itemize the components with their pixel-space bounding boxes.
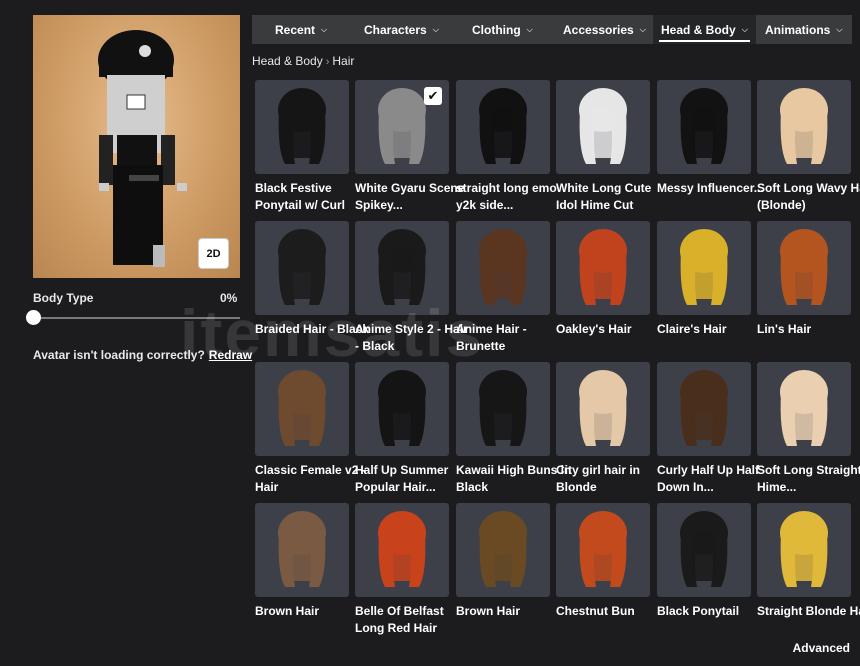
- hair-item-label: Soft Long Wavy Hair (Blonde): [757, 181, 860, 212]
- hair-item-card[interactable]: Soft Long Straight Hime...: [757, 362, 860, 496]
- body-type-slider-thumb[interactable]: [26, 310, 41, 325]
- redraw-link[interactable]: Redraw: [209, 348, 252, 362]
- hair-item-card[interactable]: Kawaii High Buns in Black: [456, 362, 571, 496]
- hair-item-label: Lin's Hair: [757, 322, 812, 336]
- body-type-label: Body Type: [33, 291, 94, 305]
- hair-item-label: Straight Blonde Hair: [757, 604, 860, 618]
- hair-item-card[interactable]: City girl hair in Blonde: [556, 362, 650, 496]
- hair-item-card[interactable]: Anime Hair - Brunette: [456, 221, 550, 355]
- active-tab-indicator: [659, 40, 750, 42]
- tab-head-body[interactable]: Head & Body ⌵: [653, 15, 756, 44]
- hair-item-card[interactable]: Chestnut Bun: [556, 503, 650, 637]
- chevron-right-icon: ›: [325, 56, 330, 68]
- tab-clothing[interactable]: Clothing ⌵: [472, 15, 533, 44]
- hair-thumbnail[interactable]: [657, 221, 751, 315]
- hair-thumbnail[interactable]: [657, 80, 751, 174]
- tab-animations[interactable]: Animations ⌵: [765, 15, 842, 44]
- hair-thumbnail[interactable]: [556, 80, 650, 174]
- hair-item-card[interactable]: Brown Hair: [456, 503, 550, 637]
- tab-label: Recent: [275, 22, 316, 37]
- hair-item-card[interactable]: Lin's Hair: [757, 221, 851, 355]
- hair-thumbnail[interactable]: [556, 362, 650, 456]
- category-tabbar: Recent ⌵ Characters ⌵ Clothing ⌵ Accessorie…: [252, 15, 852, 44]
- hair-item-card[interactable]: straight long emo y2k side...: [456, 80, 557, 214]
- loading-hint-text: Avatar isn't loading correctly?: [33, 348, 205, 362]
- hair-item-card[interactable]: Soft Long Wavy Hair (Blonde): [757, 80, 860, 214]
- tab-label: Characters: [364, 22, 427, 37]
- hair-thumbnail[interactable]: [255, 80, 349, 174]
- body-type-slider-track[interactable]: [33, 317, 240, 319]
- chevron-down-icon: ⌵: [526, 24, 533, 34]
- hair-item-card[interactable]: Straight Blonde Hair: [757, 503, 860, 637]
- tab-label: Animations: [765, 22, 831, 37]
- tab-accessories[interactable]: Accessories ⌵: [563, 15, 646, 44]
- hair-item-card[interactable]: Oakley's Hair: [556, 221, 650, 355]
- hair-item-card[interactable]: White Long Cute Idol Hime Cut: [556, 80, 651, 214]
- breadcrumb-parent[interactable]: Head & Body: [252, 54, 323, 68]
- hair-thumbnail[interactable]: [657, 503, 751, 597]
- hair-thumbnail[interactable]: [456, 362, 550, 456]
- hair-item-card[interactable]: Brown Hair: [255, 503, 349, 637]
- hair-thumbnail[interactable]: ✔: [355, 80, 449, 174]
- body-type-value: 0%: [220, 291, 238, 305]
- hair-item-card[interactable]: Claire's Hair: [657, 221, 751, 355]
- hair-thumbnail[interactable]: [456, 80, 550, 174]
- hair-item-card[interactable]: Messy Influencer...: [657, 80, 764, 214]
- hair-thumbnail[interactable]: [355, 362, 449, 456]
- hair-item-card[interactable]: Classic Female v2 - Hair: [255, 362, 366, 496]
- breadcrumb: Head & Body › Hair: [252, 54, 354, 68]
- hair-item-card[interactable]: Belle Of Belfast Long Red Hair: [355, 503, 449, 637]
- advanced-button[interactable]: Advanced: [793, 641, 850, 655]
- tab-recent[interactable]: Recent ⌵: [275, 15, 327, 44]
- hair-item-card[interactable]: Anime Style 2 - Hair - Black: [355, 221, 468, 355]
- hair-item-card[interactable]: Black Festive Ponytail w/ Curl: [255, 80, 349, 214]
- tab-characters[interactable]: Characters ⌵: [364, 15, 439, 44]
- hair-item-card[interactable]: Braided Hair - Black: [255, 221, 369, 355]
- hair-thumbnail[interactable]: [556, 503, 650, 597]
- hair-item-label: Soft Long Straight Hime...: [757, 463, 860, 494]
- chevron-down-icon: ⌵: [836, 24, 843, 34]
- hair-thumbnail[interactable]: [255, 362, 349, 456]
- hair-thumbnail[interactable]: [757, 80, 851, 174]
- 2d-toggle-button[interactable]: 2D: [199, 239, 228, 268]
- chevron-down-icon: ⌵: [639, 24, 646, 34]
- checkmark-icon[interactable]: ✔: [424, 87, 442, 105]
- chevron-down-icon: ⌵: [321, 24, 328, 34]
- chevron-down-icon: ⌵: [741, 24, 748, 34]
- hair-thumbnail[interactable]: [657, 362, 751, 456]
- chevron-down-icon: ⌵: [432, 24, 439, 34]
- tab-label: Accessories: [563, 22, 634, 37]
- hair-thumbnail[interactable]: [757, 221, 851, 315]
- hair-thumbnail[interactable]: [456, 221, 550, 315]
- hair-thumbnail[interactable]: [757, 362, 851, 456]
- hair-item-card[interactable]: Half Up Summer Popular Hair...: [355, 362, 449, 496]
- hair-item-card[interactable]: Black Ponytail: [657, 503, 751, 637]
- hair-thumbnail[interactable]: [355, 221, 449, 315]
- hair-item-card[interactable]: ✔ White Gyaru Scene Spikey...: [355, 80, 464, 214]
- avatar-preview[interactable]: 2D: [33, 15, 240, 278]
- tab-label: Clothing: [472, 22, 521, 37]
- hair-thumbnail[interactable]: [255, 503, 349, 597]
- hair-thumbnail[interactable]: [757, 503, 851, 597]
- hair-thumbnail[interactable]: [355, 503, 449, 597]
- hair-thumbnail[interactable]: [456, 503, 550, 597]
- hair-thumbnail[interactable]: [255, 221, 349, 315]
- breadcrumb-current: Hair: [332, 54, 355, 68]
- hair-thumbnail[interactable]: [556, 221, 650, 315]
- hair-item-card[interactable]: Curly Half Up Half Down In...: [657, 362, 759, 496]
- tab-label: Head & Body: [661, 22, 736, 37]
- loading-hint: Avatar isn't loading correctly? Redraw: [33, 348, 252, 362]
